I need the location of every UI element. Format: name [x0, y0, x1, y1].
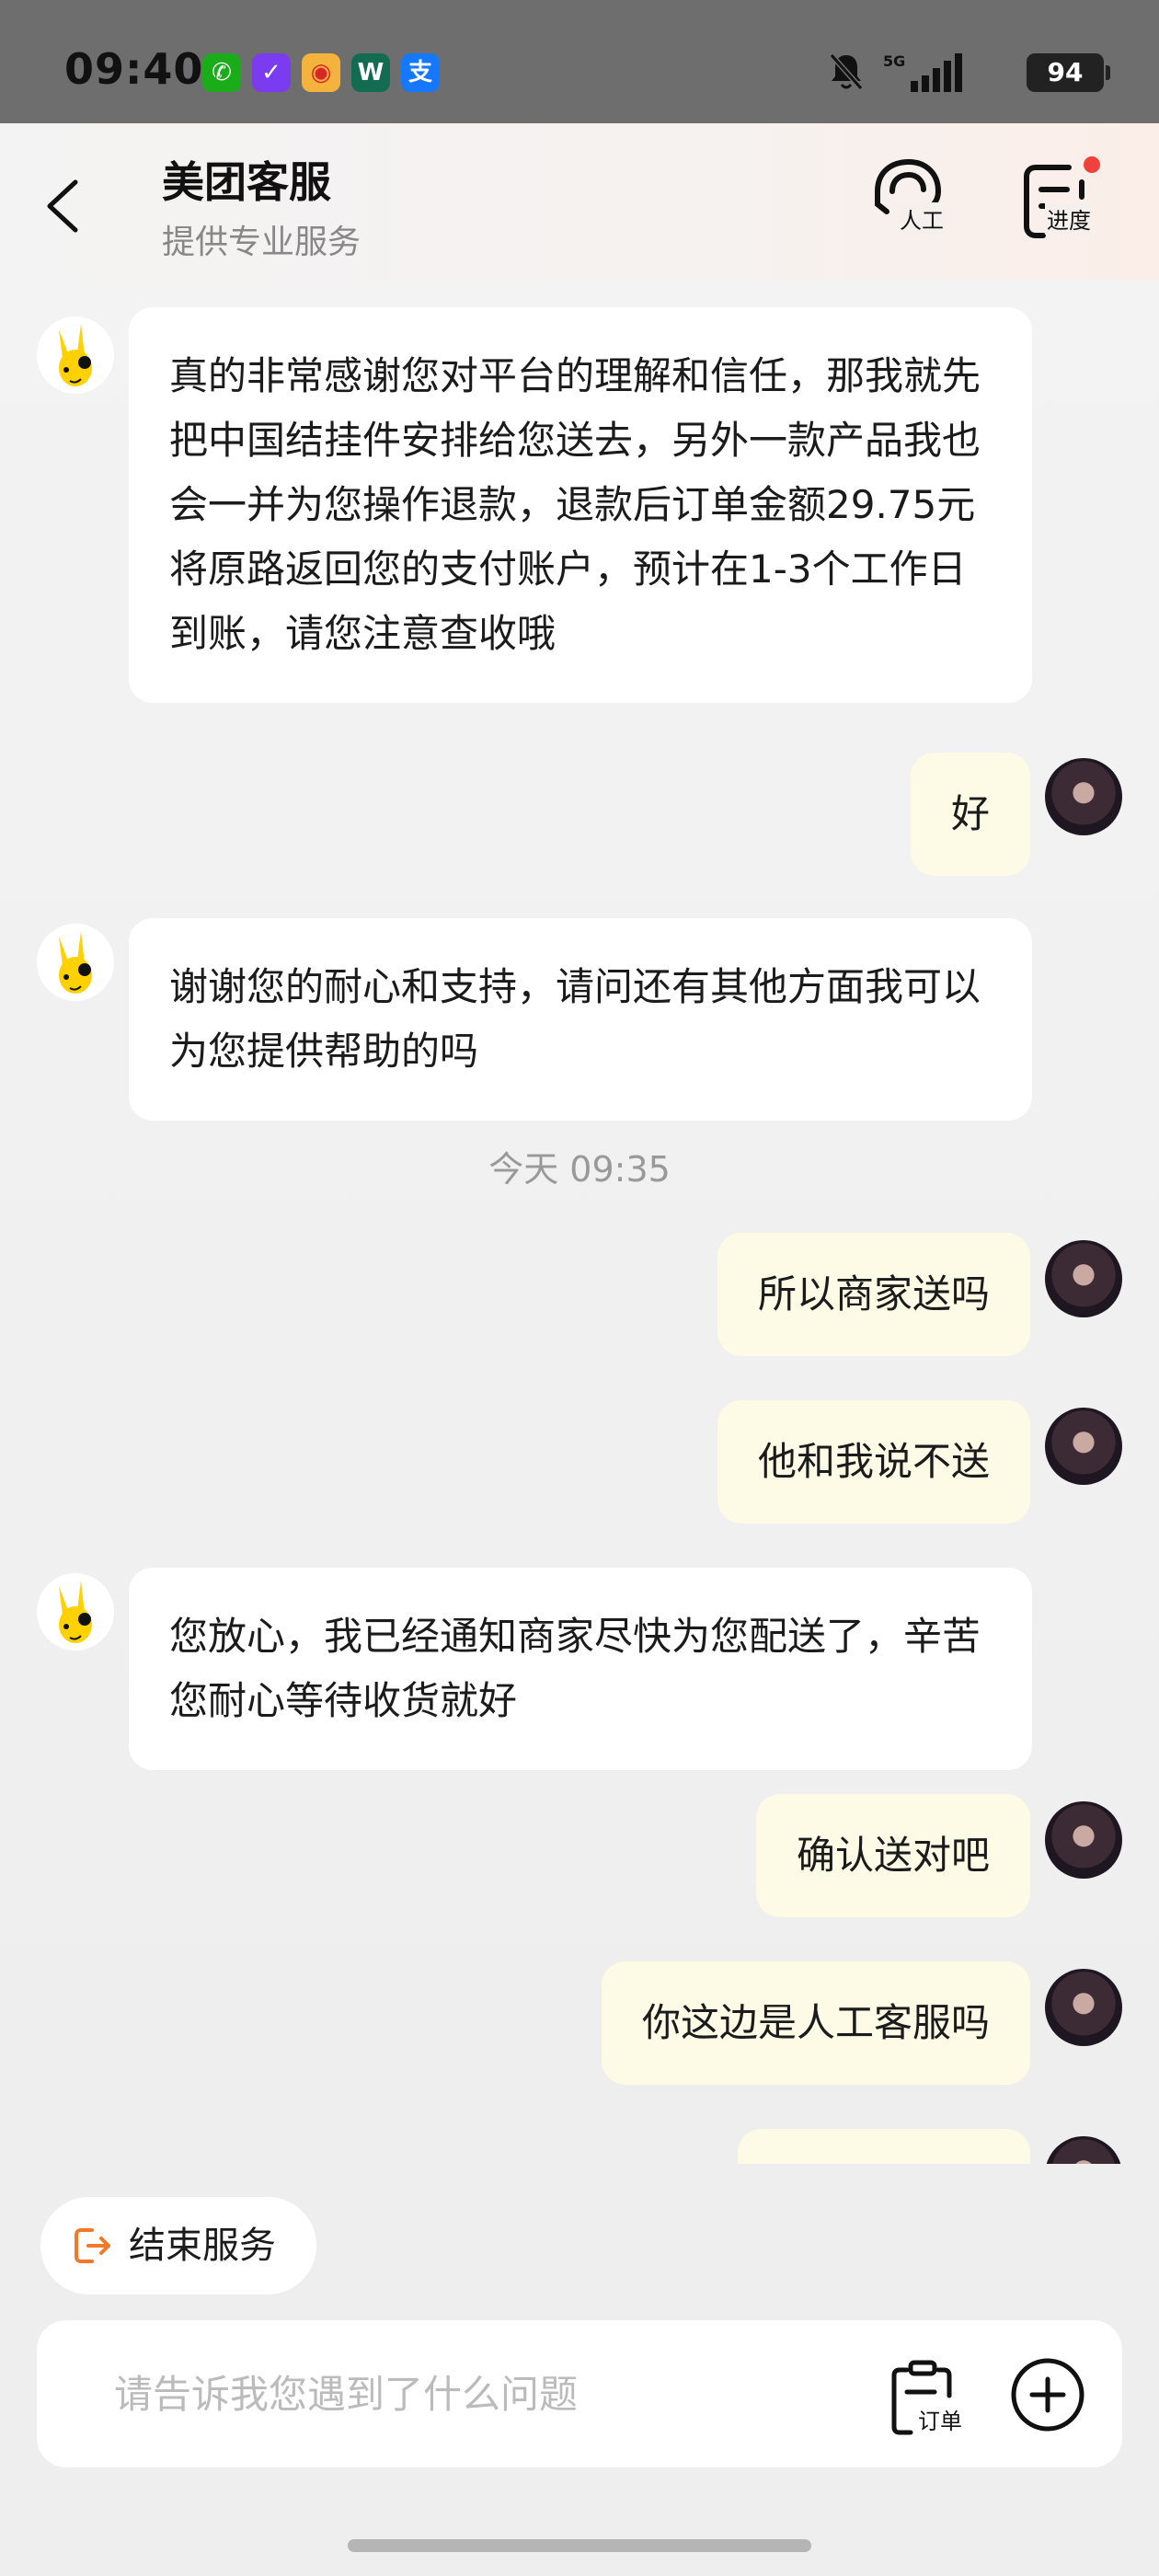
- end-service-label: 结束服务: [129, 2225, 276, 2267]
- bot-avatar: [37, 924, 114, 1001]
- chat-timestamp: 今天 09:35: [488, 1149, 671, 1190]
- user-message-bubble: 你这边是人工客服吗: [601, 1961, 1030, 2085]
- human-agent-button[interactable]: 人工: [865, 155, 957, 247]
- user-avatar: [1045, 1801, 1122, 1879]
- status-time: 09:40: [64, 44, 204, 94]
- user-message-bubble: 所以商家送吗: [717, 1233, 1030, 1356]
- user-message-bubble-partial: [738, 2129, 1030, 2164]
- order-label: 订单: [918, 2403, 962, 2435]
- user-message-bubble: 确认送对吧: [755, 1794, 1030, 1917]
- plus-icon[interactable]: [1010, 2357, 1085, 2432]
- message-input[interactable]: [114, 2366, 850, 2421]
- notification-dot: [1084, 156, 1100, 173]
- user-message-bubble: 他和我说不送: [717, 1400, 1030, 1524]
- user-avatar: [1045, 2136, 1122, 2164]
- battery-indicator: 94: [1027, 53, 1110, 92]
- home-indicator[interactable]: [348, 2539, 811, 2552]
- chat-header: 美团客服 提供专业服务 人工 进度: [0, 123, 1159, 280]
- app-v-icon: ✓: [252, 53, 291, 92]
- end-service-button[interactable]: 结束服务: [40, 2197, 316, 2294]
- progress-button[interactable]: 进度: [1012, 155, 1104, 247]
- meituan-mascot-icon: [59, 324, 92, 386]
- bot-avatar: [37, 1573, 114, 1650]
- weibo-icon: ◉: [302, 53, 340, 92]
- user-avatar: [1045, 1408, 1122, 1485]
- page-title: 美团客服: [162, 157, 331, 207]
- alipay-icon: 支: [401, 53, 440, 92]
- status-indicators: 5G 94: [791, 52, 1110, 96]
- meituan-mascot-icon: [59, 1581, 92, 1643]
- app-w-icon: W: [351, 53, 390, 92]
- order-button[interactable]: 订单: [883, 2357, 975, 2440]
- chat-message-list[interactable]: 真的非常感谢您对平台的理解和信任，那我就先把中国结挂件安排给您送去，另外一款产品…: [0, 280, 1159, 2164]
- message-input-bar: 订单: [37, 2320, 1122, 2467]
- page-subtitle: 提供专业服务: [162, 224, 361, 261]
- network-type: 5G: [883, 52, 905, 70]
- user-avatar: [1045, 1240, 1122, 1317]
- bot-message-bubble: 谢谢您的耐心和支持，请问还有其他方面我可以为您提供帮助的吗: [129, 918, 1032, 1121]
- bot-message-bubble: 真的非常感谢您对平台的理解和信任，那我就先把中国结挂件安排给您送去，另外一款产品…: [129, 307, 1032, 703]
- meituan-mascot-icon: [59, 931, 92, 994]
- exit-icon: [75, 2228, 110, 2263]
- user-avatar: [1045, 758, 1122, 835]
- status-bar: 09:40 ✆ ✓ ◉ W 支 5G 94: [0, 0, 1159, 123]
- progress-label: 进度: [1045, 202, 1093, 235]
- signal-icon: 5G: [883, 52, 962, 92]
- bot-avatar: [37, 316, 114, 394]
- back-button[interactable]: [37, 169, 92, 243]
- wechat-icon: ✆: [202, 53, 241, 92]
- bot-message-bubble: 您放心，我已经通知商家尽快为您配送了，辛苦您耐心等待收货就好: [129, 1568, 1032, 1770]
- user-message-bubble: 好: [910, 753, 1030, 876]
- human-agent-label: 人工: [898, 202, 946, 235]
- user-avatar: [1045, 1969, 1122, 2046]
- bell-muted-icon: [829, 53, 864, 90]
